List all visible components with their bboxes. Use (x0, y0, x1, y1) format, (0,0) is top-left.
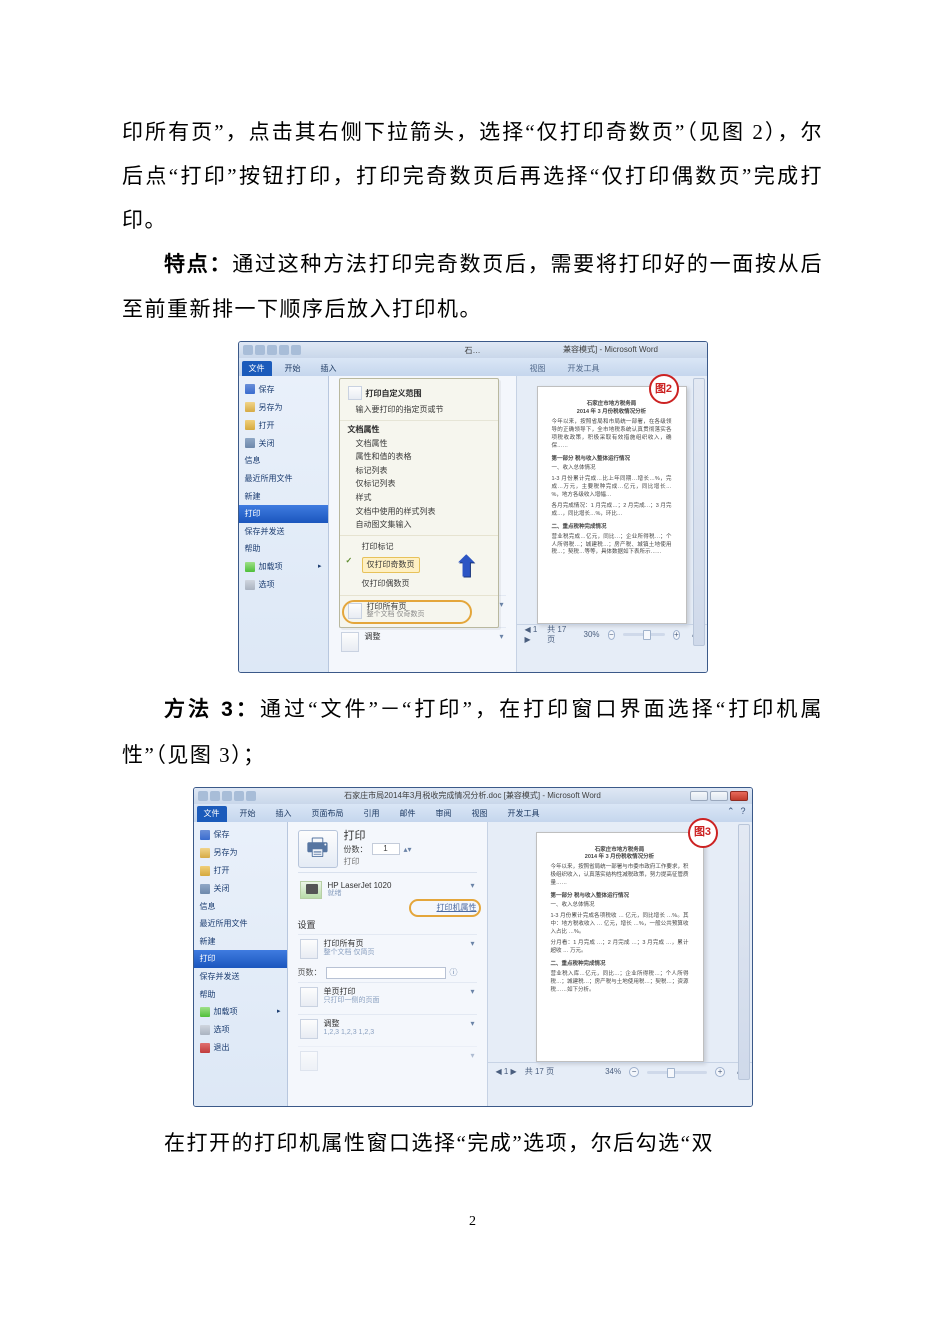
window-controls[interactable] (690, 791, 748, 801)
menu-autotext[interactable]: 自动图文集输入 (340, 518, 498, 532)
menu-styles[interactable]: 样式 (340, 491, 498, 505)
menu-mark-only[interactable]: 仅标记列表 (340, 477, 498, 491)
sidebar-item-save-as[interactable]: 另存为 (194, 844, 287, 862)
backstage-sidebar: 保存 另存为 打开 关闭 信息 最近所用文件 新建 打印 保存并发送 帮助 加载… (194, 822, 288, 1106)
pages-field[interactable]: 页数：ⓘ (298, 967, 477, 979)
print-button[interactable]: 🖶 (298, 830, 338, 868)
figure-2: 石… 文件 开始 插入 ⌃? 保存 另存为 打开 关闭 信息 最近所用文件 新建… (122, 341, 823, 673)
sidebar-item-info[interactable]: 信息 (239, 452, 328, 470)
annotation-arrow-icon: ⬆ (455, 550, 478, 584)
sidebar-item-save-send[interactable]: 保存并发送 (239, 523, 328, 541)
sidebar-item-addins[interactable]: 加载项 (239, 558, 328, 576)
titlebar: 石… (239, 342, 707, 358)
status-bar: 1 共 17 页 34% − + ⤢ (488, 1062, 752, 1082)
backstage-sidebar: 保存 另存为 打开 关闭 信息 最近所用文件 新建 打印 保存并发送 帮助 加载… (239, 376, 329, 672)
sidebar-item-help[interactable]: 帮助 (194, 986, 287, 1004)
sidebar-item-save-as[interactable]: 另存为 (239, 398, 328, 416)
ribbon-tabs[interactable]: 文件 开始 插入 页面布局 引用 邮件 审阅 视图 开发工具 ⌃? (194, 804, 752, 822)
para-4: 在打开的打印机属性窗口选择“完成”选项，尔后勾选“双 (122, 1121, 823, 1165)
para-3: 方法 3：通过“文件”－“打印”，在打印窗口界面选择“打印机属性”（见图 3）； (122, 687, 823, 776)
sidebar-item-print[interactable]: 打印 (239, 505, 328, 523)
para-1: 印所有页”，点击其右侧下拉箭头，选择“仅打印奇数页”（见图 2），尔后点“打印”… (122, 110, 823, 242)
para-2-lead: 特点： (164, 253, 232, 276)
quick-access-toolbar[interactable] (198, 791, 256, 801)
print-center-panel: 🖶 打印 份数：1▴▾ 打印 HP LaserJet 1020就绪 打印机属性 (288, 822, 488, 1106)
print-preview: 兼容模式] - Microsoft Word 视图 开发工具 图2 石家庄市地方… (517, 376, 707, 672)
page-range-selector[interactable]: 打印所有页整个文档 仅简页 (298, 934, 477, 963)
printer-properties-link[interactable]: 打印机属性 (437, 903, 477, 912)
window-controls[interactable] (645, 345, 703, 355)
zoom-out-button[interactable]: − (608, 630, 616, 640)
zoom-slider[interactable] (623, 633, 665, 636)
quick-access-toolbar[interactable] (243, 345, 301, 355)
page-nav[interactable]: 1 (525, 625, 540, 644)
print-center-panel: 打印自定义范围 输入要打印的指定页或节 文档属性 文档属性 属性和值的表格 标记… (329, 376, 517, 672)
orientation-selector[interactable] (298, 1046, 477, 1075)
sidebar-item-open[interactable]: 打开 (194, 862, 287, 880)
page-number: 2 (122, 1207, 823, 1236)
sidebar-item-print[interactable]: 打印 (194, 950, 287, 968)
sidebar-item-save[interactable]: 保存 (194, 826, 287, 844)
printer-selector[interactable]: HP LaserJet 1020就绪 (298, 877, 477, 903)
sidebar-item-recent[interactable]: 最近所用文件 (194, 915, 287, 933)
titlebar: 石家庄市局2014年3月税收完成情况分析.doc [兼容模式] - Micros… (194, 788, 752, 804)
scrollbar[interactable] (693, 378, 705, 646)
sidebar-item-exit[interactable]: 退出 (194, 1039, 287, 1057)
sidebar-item-open[interactable]: 打开 (239, 416, 328, 434)
sidebar-item-options[interactable]: 选项 (239, 576, 328, 594)
zoom-out-button[interactable]: − (629, 1067, 639, 1077)
page-range-dropdown[interactable]: 打印自定义范围 输入要打印的指定页或节 文档属性 文档属性 属性和值的表格 标记… (339, 378, 499, 627)
menu-mark-list[interactable]: 标记列表 (340, 464, 498, 478)
sidebar-item-info[interactable]: 信息 (194, 898, 287, 916)
print-preview: 图3 石家庄市地方税务局 2014 年 3 月份税收情况分析 今年以来，按照省局… (488, 822, 752, 1106)
sidebar-item-save[interactable]: 保存 (239, 380, 328, 398)
page-nav[interactable]: 1 (496, 1067, 517, 1077)
tab-insert[interactable]: 插入 (314, 361, 344, 377)
scrollbar[interactable] (738, 824, 750, 1080)
tab-file[interactable]: 文件 (242, 361, 272, 377)
sidebar-item-help[interactable]: 帮助 (239, 540, 328, 558)
zoom-in-button[interactable]: + (673, 630, 681, 640)
zoom-in-button[interactable]: + (715, 1067, 725, 1077)
sidebar-item-addins[interactable]: 加载项 (194, 1003, 287, 1021)
sidebar-item-close[interactable]: 关闭 (239, 434, 328, 452)
tab-home[interactable]: 开始 (278, 361, 308, 377)
menu-styles-list[interactable]: 文档中使用的样式列表 (340, 505, 498, 519)
figure-badge: 图3 (688, 818, 718, 848)
sidebar-item-recent[interactable]: 最近所用文件 (239, 470, 328, 488)
copies-label: 份数： (344, 845, 368, 855)
collate-selector[interactable]: 调整1,2,3 1,2,3 1,2,3 (298, 1014, 477, 1043)
figure-3: 石家庄市局2014年3月税收完成情况分析.doc [兼容模式] - Micros… (122, 787, 823, 1107)
para-3-lead: 方法 3： (164, 698, 260, 721)
collate-card[interactable]: 调整 (339, 627, 506, 656)
sidebar-item-new[interactable]: 新建 (239, 488, 328, 506)
duplex-selector[interactable]: 单页打印只打印一侧的页面 (298, 982, 477, 1011)
copies-input[interactable]: 1 (372, 843, 400, 855)
para-2: 特点：通过这种方法打印完奇数页后，需要将打印好的一面按从后至前重新排一下顺序后放… (122, 242, 823, 331)
sidebar-item-close[interactable]: 关闭 (194, 880, 287, 898)
status-bar: 1 共 17 页 30% − + ⤢ (517, 624, 707, 644)
menu-prop-table[interactable]: 属性和值的表格 (340, 450, 498, 464)
sidebar-item-save-send[interactable]: 保存并发送 (194, 968, 287, 986)
tab-file[interactable]: 文件 (197, 806, 227, 822)
menu-all-pages[interactable]: 打印所有页 整个文档 仅奇数页 (340, 599, 498, 623)
zoom-slider[interactable] (647, 1071, 707, 1074)
menu-doc-props[interactable]: 文档属性 (340, 437, 498, 451)
sidebar-item-new[interactable]: 新建 (194, 933, 287, 951)
sidebar-item-options[interactable]: 选项 (194, 1021, 287, 1039)
figure-badge: 图2 (649, 374, 679, 404)
